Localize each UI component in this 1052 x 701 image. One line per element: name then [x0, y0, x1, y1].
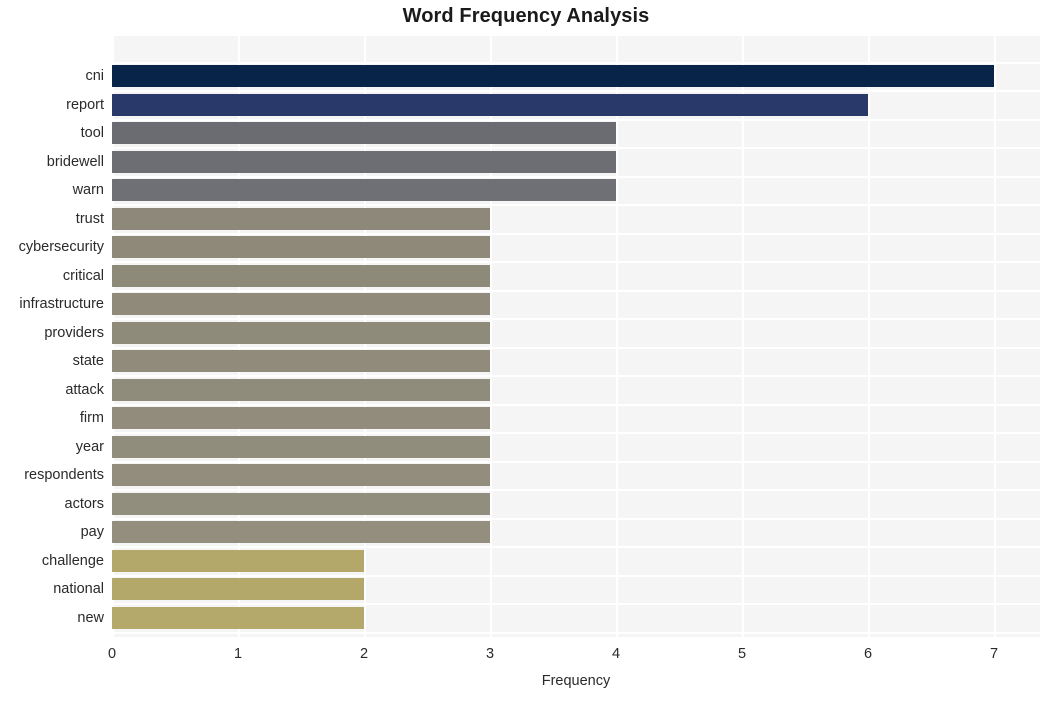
y-gridline [112, 603, 1040, 606]
y-tick-label: providers [44, 324, 104, 341]
x-tick-label: 6 [863, 646, 873, 662]
x-tick-label: 5 [737, 646, 747, 662]
y-gridline [112, 175, 1040, 178]
y-tick-label: state [72, 353, 104, 369]
bar [112, 236, 490, 258]
y-gridline [112, 517, 1040, 520]
x-tick-label: 7 [989, 646, 999, 662]
y-tick-label: new [77, 609, 104, 626]
y-gridline [112, 204, 1040, 207]
y-gridline [112, 403, 1040, 406]
y-tick-label: cni [85, 68, 104, 84]
y-gridline [112, 489, 1040, 492]
y-gridline [112, 90, 1040, 93]
plot-area [112, 36, 1040, 637]
y-tick-label: critical [62, 267, 104, 284]
word-frequency-chart: Word Frequency Analysis cni report tool bri… [0, 0, 1052, 701]
y-gridline [112, 432, 1040, 435]
y-gridline [112, 61, 1040, 64]
y-gridline [112, 631, 1040, 634]
x-tick-label: 2 [359, 646, 369, 662]
bar [112, 207, 490, 230]
y-tick-label: tool [80, 125, 104, 141]
chart-title: Word Frequency Analysis [402, 5, 650, 27]
bar [112, 492, 490, 515]
y-tick-label: warn [72, 182, 104, 198]
y-tick-label: respondents [24, 467, 104, 483]
y-gridline [112, 375, 1040, 378]
y-gridline [112, 574, 1040, 577]
bar [112, 521, 490, 543]
y-gridline [112, 318, 1040, 321]
y-tick-label: report [66, 96, 104, 113]
bar [112, 122, 616, 144]
y-tick-label: year [75, 438, 104, 455]
y-gridline [112, 289, 1040, 292]
y-tick-label: trust [75, 210, 104, 227]
y-tick-label: cybersecurity [18, 239, 104, 255]
bar [112, 93, 868, 116]
x-tick-label: 3 [485, 646, 495, 662]
y-tick-label: actors [64, 495, 105, 512]
bar [112, 549, 364, 572]
y-tick-label: pay [80, 524, 104, 540]
y-gridline [112, 346, 1040, 349]
x-axis-title: Frequency [541, 673, 611, 689]
bar [112, 578, 364, 600]
y-gridline [112, 147, 1040, 150]
y-tick-label: national [53, 581, 104, 597]
y-tick-label: attack [65, 381, 104, 398]
y-gridline [112, 460, 1040, 463]
bar [112, 407, 490, 429]
y-tick-label: bridewell [46, 153, 104, 170]
bar [112, 293, 490, 315]
y-tick-label: firm [79, 410, 104, 426]
bar [112, 65, 994, 87]
y-gridline [112, 118, 1040, 121]
x-tick-label: 1 [233, 646, 243, 662]
y-gridline [112, 546, 1040, 549]
bar [112, 378, 490, 401]
x-tick-label: 4 [611, 646, 621, 662]
x-tick-label: 0 [107, 646, 117, 662]
bar [112, 150, 616, 173]
y-tick-label: infrastructure [19, 296, 104, 312]
bar [112, 264, 490, 287]
y-gridline [112, 232, 1040, 235]
y-tick-label: challenge [41, 552, 104, 569]
bar [112, 606, 364, 629]
bar [112, 435, 490, 458]
bar [112, 179, 616, 201]
bar [112, 350, 490, 372]
y-gridline [112, 261, 1040, 264]
bar [112, 321, 490, 344]
bar [112, 464, 490, 486]
